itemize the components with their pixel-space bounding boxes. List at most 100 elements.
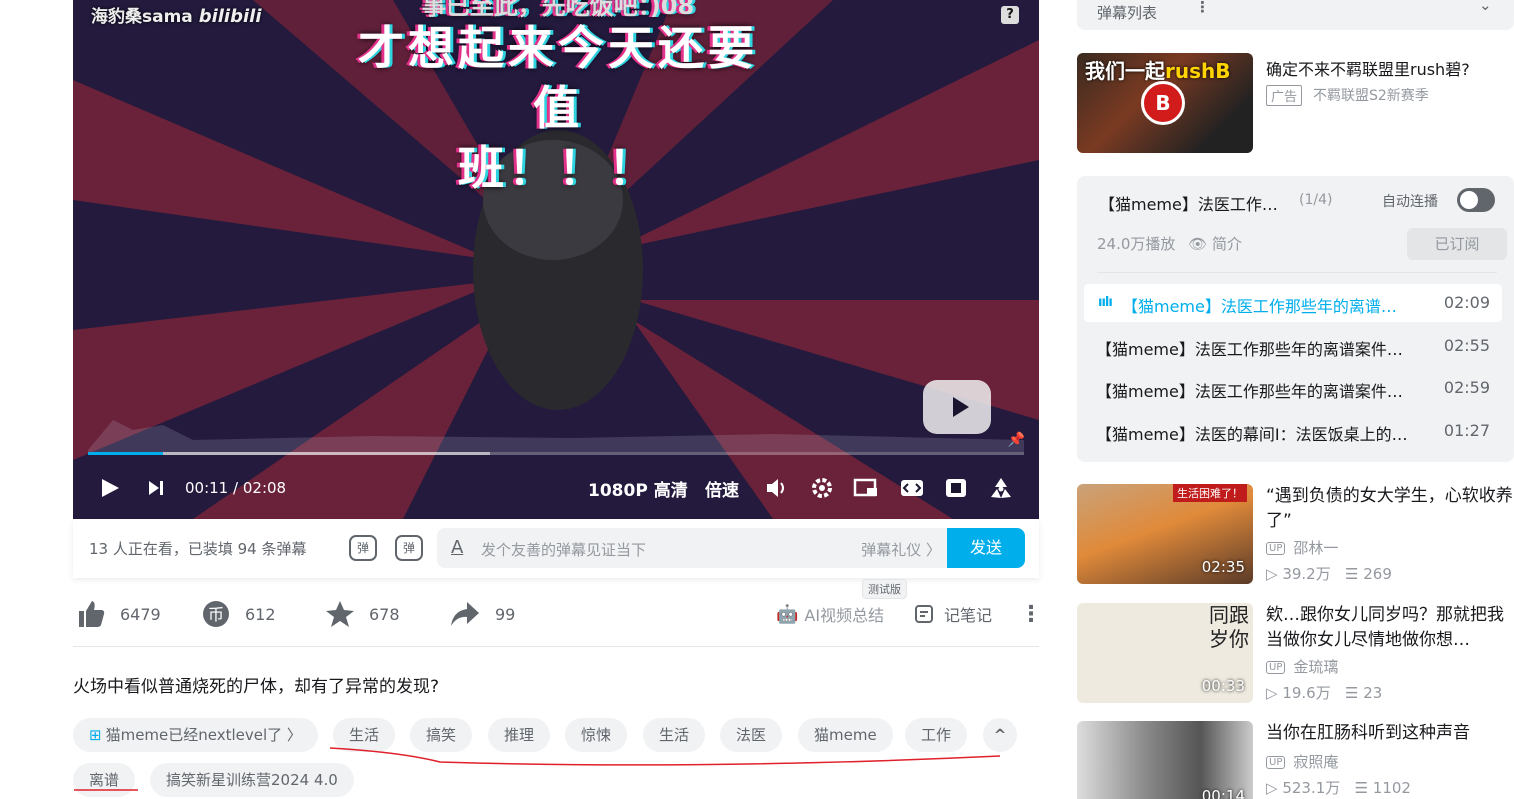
share-arrow-icon xyxy=(451,602,479,626)
more-icon[interactable]: ⋮ xyxy=(1020,598,1042,630)
favorite-count: 678 xyxy=(369,604,400,624)
rec-thumbnail[interactable]: 同跟岁你 00:33 xyxy=(1077,603,1253,703)
eye-icon: 👁 xyxy=(1188,235,1208,253)
collapse-tags-chevron-up-icon[interactable]: ^ xyxy=(983,718,1017,752)
pip-icon[interactable] xyxy=(853,470,879,506)
playing-wave-icon: ıılı xyxy=(1098,295,1113,310)
notes-button[interactable]: 记笔记 xyxy=(914,598,992,630)
tag[interactable]: 搞笑新星训练营2024 4.0 xyxy=(150,763,354,797)
tag[interactable]: 惊悚 xyxy=(565,718,628,752)
danmaku-input[interactable]: A 发个友善的弹幕见证当下 弹幕礼仪 〉 xyxy=(437,528,951,568)
ad-title[interactable]: 确定不来不羁联盟里rush碧? xyxy=(1266,56,1470,80)
coin-button[interactable]: 币 612 xyxy=(201,598,276,630)
volume-icon[interactable] xyxy=(765,470,789,506)
fullscreen-icon[interactable] xyxy=(988,470,1014,506)
uploader-watermark: 海豹桑sama bilibili xyxy=(91,6,262,27)
tag[interactable]: 生活 xyxy=(643,718,706,752)
collection-plays: 24.0万播放 xyxy=(1097,235,1176,253)
like-button[interactable]: 6479 xyxy=(76,598,161,630)
speed-button[interactable]: 倍速 xyxy=(705,470,739,506)
episode-item[interactable]: 【猫meme】法医的幕间I：法医饭桌上的… 01:27 xyxy=(1084,412,1502,450)
play-icon[interactable] xyxy=(99,470,121,506)
more-icon[interactable]: ⋮ xyxy=(1195,0,1210,16)
topic-icon: ⊞ xyxy=(89,726,102,744)
danmaku-placeholder: 发个友善的弹幕见证当下 xyxy=(481,541,647,559)
chevron-down-icon[interactable]: ⌄ xyxy=(1479,0,1492,14)
rec-stats: ▷ 523.1万 ☰ 1102 xyxy=(1266,779,1411,797)
rec-title[interactable]: 当你在肛肠科听到这种声音 xyxy=(1266,721,1514,746)
coin-icon: 币 xyxy=(203,601,229,627)
help-icon[interactable]: ? xyxy=(1001,6,1019,24)
rec-thumbnail[interactable]: 生活困难了！ 02:35 xyxy=(1077,484,1253,584)
video-subtitle: 事已至此，先吃饭吧：)08 才想起来今天还要值 班！！！ xyxy=(358,0,758,195)
ai-robot-icon: 🤖 xyxy=(776,603,799,625)
beta-badge: 测试版 xyxy=(862,579,907,599)
ad-thumbnail[interactable]: 我们一起rushB B xyxy=(1077,53,1253,153)
ad-badge: 广告 xyxy=(1266,85,1303,106)
rec-title[interactable]: “遇到负债的女大学生，心软收养了” xyxy=(1266,484,1514,534)
rec-uploader[interactable]: UP 金琉璃 xyxy=(1266,656,1338,677)
play-count-icon: ▷ xyxy=(1266,684,1283,702)
send-button[interactable]: 发送 xyxy=(947,528,1025,568)
rec-uploader[interactable]: UP 邵林一 xyxy=(1266,537,1338,558)
danmaku-count-icon: ☰ xyxy=(1345,565,1364,583)
rec-duration: 02:35 xyxy=(1201,558,1245,576)
rec-thumbnail[interactable]: 00:14 xyxy=(1077,721,1253,799)
bilibili-tv-logo-icon xyxy=(923,380,991,434)
up-badge: UP xyxy=(1266,756,1286,769)
quality-button[interactable]: 1080P 高清 xyxy=(588,470,688,506)
danmaku-toggle-icon[interactable]: 弹 xyxy=(349,535,377,561)
topic-tag[interactable]: ⊞ 猫meme已经nextlevel了 〉 xyxy=(73,718,318,752)
tag[interactable]: 生活 xyxy=(333,718,396,752)
bilibili-logo: bilibili xyxy=(198,6,262,27)
subscribed-button[interactable]: 已订阅 xyxy=(1407,228,1507,260)
rec-uploader[interactable]: UP 寂照庵 xyxy=(1266,751,1338,772)
ai-summary-button[interactable]: 🤖 AI视频总结 xyxy=(776,598,884,630)
font-style-icon[interactable]: A xyxy=(451,537,463,558)
danmaku-count-icon: ☰ xyxy=(1354,779,1373,797)
danmaku-etiquette-link[interactable]: 弹幕礼仪 〉 xyxy=(861,539,941,560)
play-count-icon: ▷ xyxy=(1266,779,1283,797)
danmaku-settings-icon[interactable]: 弹 xyxy=(395,535,423,561)
web-fullscreen-icon[interactable] xyxy=(944,470,968,506)
autoplay-toggle[interactable] xyxy=(1457,188,1495,212)
ad-source[interactable]: 不羁联盟S2新赛季 xyxy=(1313,85,1429,105)
tag[interactable]: 离谱 xyxy=(73,763,136,797)
episode-item[interactable]: 【猫meme】法医工作那些年的离谱案件… 02:59 xyxy=(1084,369,1502,407)
pin-icon[interactable]: 📌 xyxy=(1008,432,1025,448)
next-icon[interactable] xyxy=(147,470,165,506)
tag[interactable]: 搞笑 xyxy=(410,718,473,752)
danmaku-list-panel[interactable]: 弹幕列表 ⋮ ⌄ xyxy=(1077,0,1514,30)
ad-logo: B xyxy=(1141,81,1185,125)
favorite-button[interactable]: 678 xyxy=(325,598,400,630)
episode-item[interactable]: 【猫meme】法医工作那些年的离谱案件… 02:55 xyxy=(1084,327,1502,365)
ad-thumb-text: 我们一起rushB xyxy=(1085,59,1231,83)
video-player[interactable]: 海豹桑sama bilibili 事已至此，先吃饭吧：)08 才想起来今天还要值… xyxy=(73,0,1039,519)
time-display: 00:11 / 02:08 xyxy=(185,479,287,497)
thumbs-up-icon xyxy=(79,601,105,627)
video-description: 火场中看似普通烧死的尸体，却有了异常的发现? xyxy=(73,677,440,697)
rec-duration: 00:33 xyxy=(1201,677,1245,695)
divider xyxy=(1097,272,1497,273)
episode-item[interactable]: ıılı 【猫meme】法医工作那些年的离谱… 02:09 xyxy=(1084,284,1502,322)
rec-stats: ▷ 19.6万 ☰ 23 xyxy=(1266,684,1383,702)
duration: 02:08 xyxy=(242,479,287,497)
viewer-count: 13 人正在看，已装填 94 条弹幕 xyxy=(89,540,307,558)
share-button[interactable]: 99 xyxy=(449,598,515,630)
rec-title[interactable]: 欸…跟你女儿同岁吗？那就把我当做你女儿尽情地做你想… xyxy=(1266,603,1514,653)
widescreen-icon[interactable] xyxy=(899,470,925,506)
like-count: 6479 xyxy=(120,604,161,624)
star-icon xyxy=(326,601,354,627)
divider xyxy=(73,646,1039,647)
collection-meta: 24.0万播放 👁 简介 xyxy=(1097,233,1242,254)
tag[interactable]: 法医 xyxy=(720,718,783,752)
tag[interactable]: 工作 xyxy=(905,718,968,752)
rec-duration: 00:14 xyxy=(1201,787,1245,799)
up-badge: UP xyxy=(1266,661,1286,674)
tag[interactable]: 推理 xyxy=(488,718,551,752)
intro-link[interactable]: 简介 xyxy=(1212,235,1242,253)
danmaku-count-icon: ☰ xyxy=(1345,684,1364,702)
collection-title[interactable]: 【猫meme】法医工作… xyxy=(1099,191,1278,215)
tag[interactable]: 猫meme xyxy=(798,718,893,752)
settings-gear-icon[interactable] xyxy=(810,470,834,506)
